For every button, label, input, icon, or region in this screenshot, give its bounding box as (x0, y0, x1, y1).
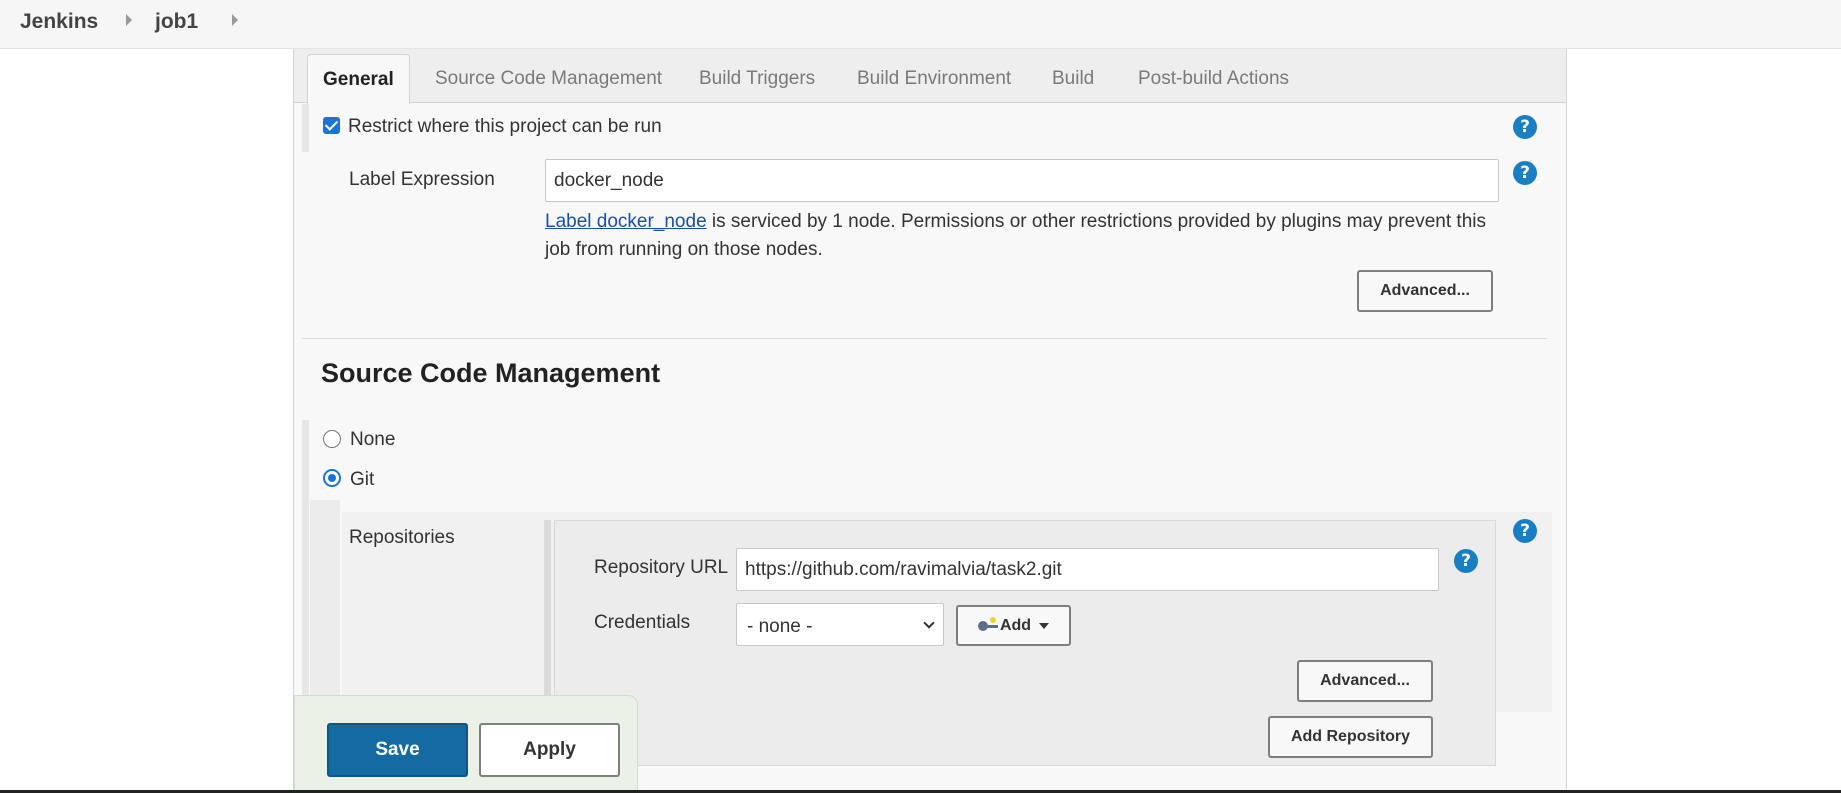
scm-radio-none-label: None (350, 429, 396, 450)
label-info-text: Label docker_node is serviced by 1 node.… (545, 211, 1486, 233)
add-credentials-label: Add (999, 617, 1032, 634)
tab-post-build-actions[interactable]: Post-build Actions (1138, 68, 1289, 90)
restrict-checkbox-label: Restrict where this project can be run (348, 116, 662, 137)
add-repository-button[interactable]: Add Repository (1268, 716, 1433, 758)
chevron-right-icon[interactable] (232, 14, 238, 26)
config-tabs: General Source Code Management Build Tri… (294, 49, 1566, 104)
breadcrumb: Jenkins job1 (0, 0, 1841, 49)
chevron-down-icon (923, 617, 935, 629)
chevron-right-icon[interactable] (126, 14, 132, 26)
section-indent-bar (302, 104, 309, 152)
scm-radio-git[interactable] (323, 469, 341, 487)
label-docker-node-link[interactable]: Label docker_node (545, 211, 707, 232)
help-icon[interactable]: ? (1513, 519, 1537, 543)
general-advanced-button[interactable]: Advanced... (1357, 270, 1493, 312)
key-icon (977, 616, 998, 632)
add-credentials-button[interactable]: Add (956, 605, 1071, 646)
credentials-selected-value: - none - (747, 616, 813, 637)
tab-build-triggers[interactable]: Build Triggers (699, 68, 815, 90)
tab-general[interactable]: General (307, 54, 410, 104)
repository-url-input[interactable] (736, 548, 1439, 591)
caret-down-icon (1039, 622, 1050, 629)
tab-source-code-management[interactable]: Source Code Management (435, 68, 662, 90)
label-info-text-1: is serviced by 1 node. Permissions or ot… (706, 211, 1486, 232)
repository-indent-bar (544, 520, 551, 700)
scm-radio-git-label: Git (350, 469, 375, 490)
label-expression-input[interactable] (545, 159, 1499, 202)
label-expression-label: Label Expression (349, 169, 495, 190)
repository-advanced-button[interactable]: Advanced... (1297, 660, 1433, 702)
scm-radio-none[interactable] (323, 430, 341, 448)
tab-build-environment[interactable]: Build Environment (857, 68, 1011, 90)
git-indent-area (310, 500, 340, 700)
section-indent-bar (302, 420, 309, 700)
repository-url-label: Repository URL (594, 557, 729, 578)
help-icon[interactable]: ? (1513, 115, 1537, 139)
label-info-text-2: job from running on those nodes. (545, 239, 823, 260)
credentials-label: Credentials (594, 612, 691, 633)
breadcrumb-jenkins[interactable]: Jenkins (20, 10, 98, 34)
scm-section-title: Source Code Management (321, 358, 661, 388)
apply-button[interactable]: Apply (479, 723, 620, 777)
save-button[interactable]: Save (327, 723, 468, 777)
restrict-checkbox[interactable] (323, 117, 340, 134)
section-divider (302, 338, 1547, 339)
breadcrumb-job[interactable]: job1 (155, 10, 198, 34)
save-apply-bar: Save Apply (294, 695, 638, 793)
help-icon[interactable]: ? (1454, 549, 1478, 573)
help-icon[interactable]: ? (1513, 161, 1537, 185)
tab-build[interactable]: Build (1052, 68, 1094, 90)
credentials-select[interactable]: - none - (736, 603, 944, 646)
repositories-label: Repositories (349, 527, 455, 548)
